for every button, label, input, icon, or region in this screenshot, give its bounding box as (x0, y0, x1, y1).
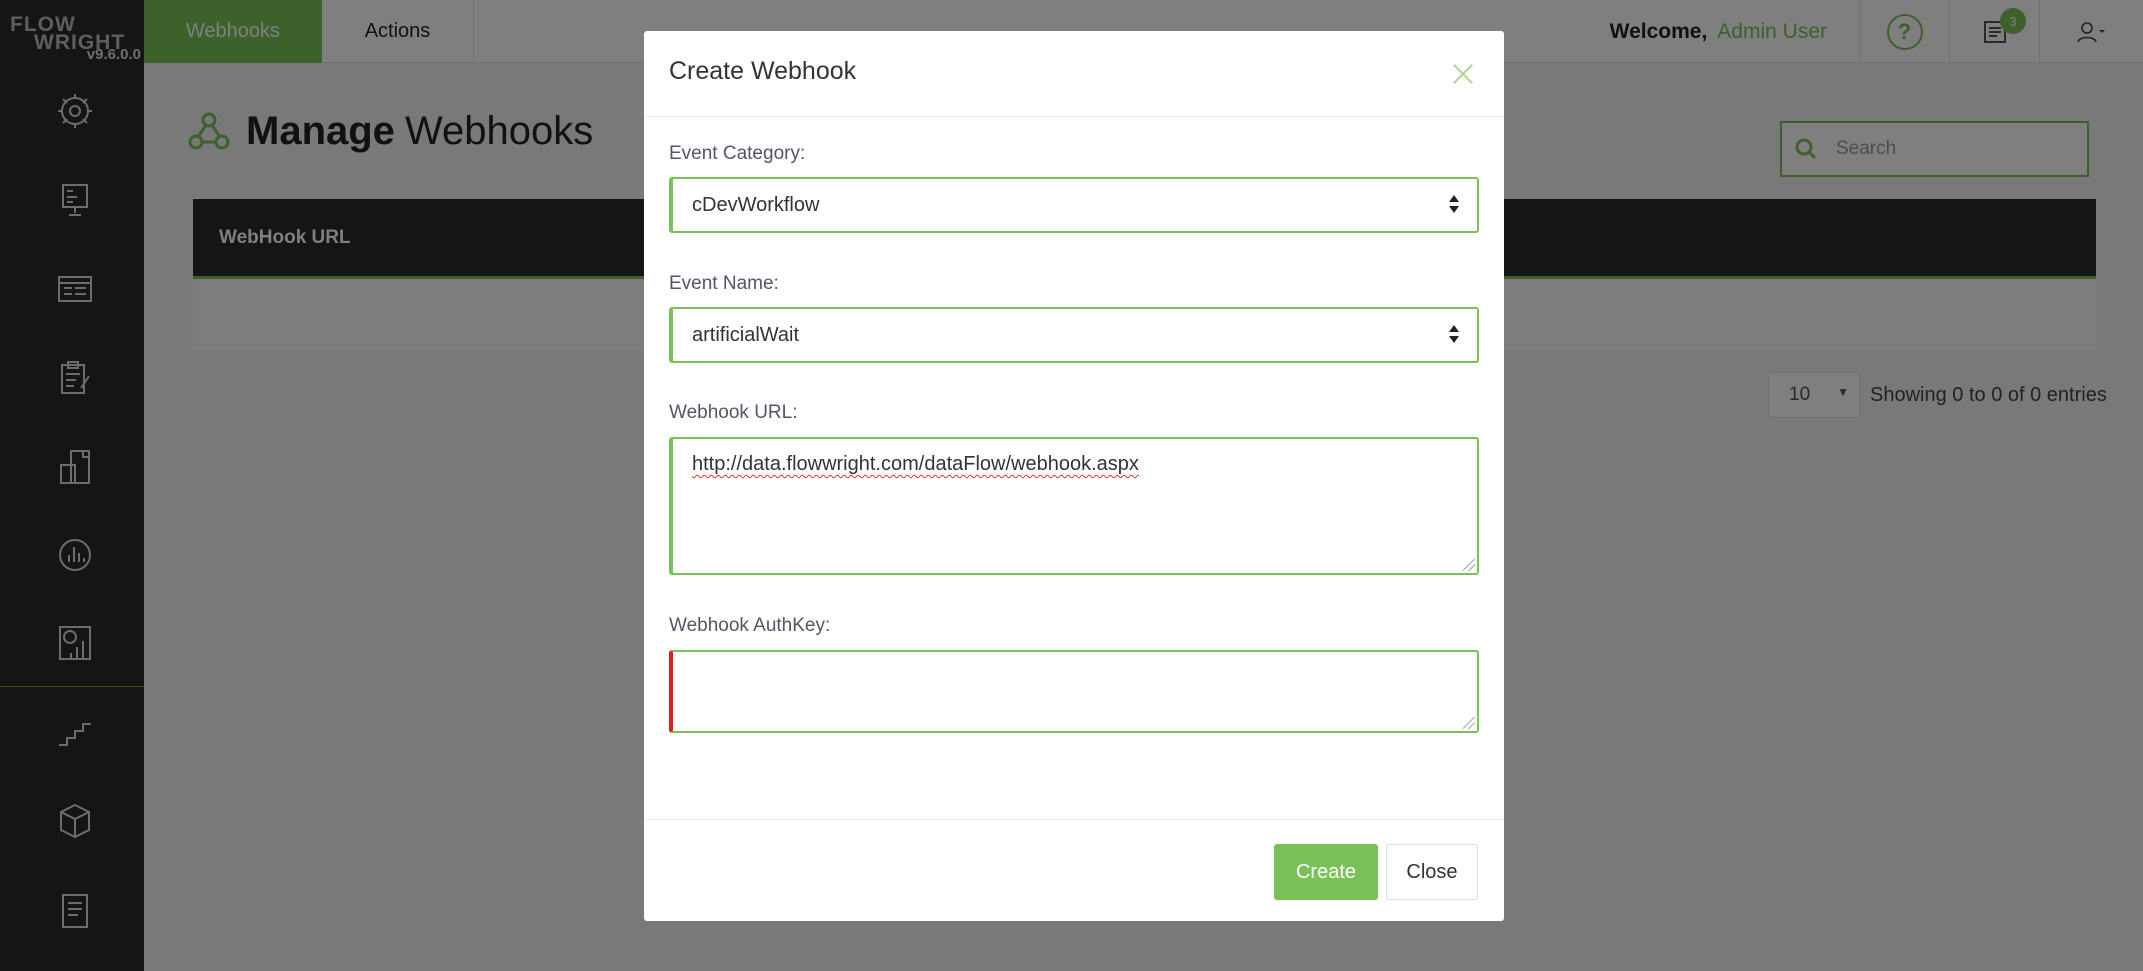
event-category-select[interactable]: cDevWorkflow (669, 177, 1479, 233)
modal-header: Create Webhook (644, 31, 1504, 117)
webhook-authkey-label: Webhook AuthKey: (669, 615, 831, 636)
webhook-url-value: http://data.flowwright.com/dataFlow/webh… (692, 453, 1139, 475)
create-webhook-modal: Create Webhook Event Category: cDevWorkf… (644, 31, 1504, 921)
event-category-value: cDevWorkflow (692, 193, 820, 216)
create-button[interactable]: Create (1274, 844, 1378, 900)
webhook-url-textarea[interactable]: http://data.flowwright.com/dataFlow/webh… (669, 437, 1479, 575)
event-name-value: artificialWait (692, 323, 800, 346)
webhook-url-label: Webhook URL: (669, 402, 798, 423)
resize-handle[interactable] (1463, 559, 1475, 571)
close-button[interactable]: Close (1386, 844, 1478, 900)
event-name-label: Event Name: (669, 273, 779, 294)
resize-handle[interactable] (1463, 717, 1475, 729)
modal-footer: Create Close (644, 819, 1504, 921)
event-name-select[interactable]: artificialWait (669, 307, 1479, 363)
webhook-authkey-textarea[interactable] (669, 650, 1479, 733)
modal-title: Create Webhook (669, 57, 857, 85)
select-arrows-icon (1449, 325, 1459, 345)
event-category-label: Event Category: (669, 143, 806, 164)
select-arrows-icon (1449, 195, 1459, 215)
close-icon[interactable] (1450, 61, 1476, 87)
